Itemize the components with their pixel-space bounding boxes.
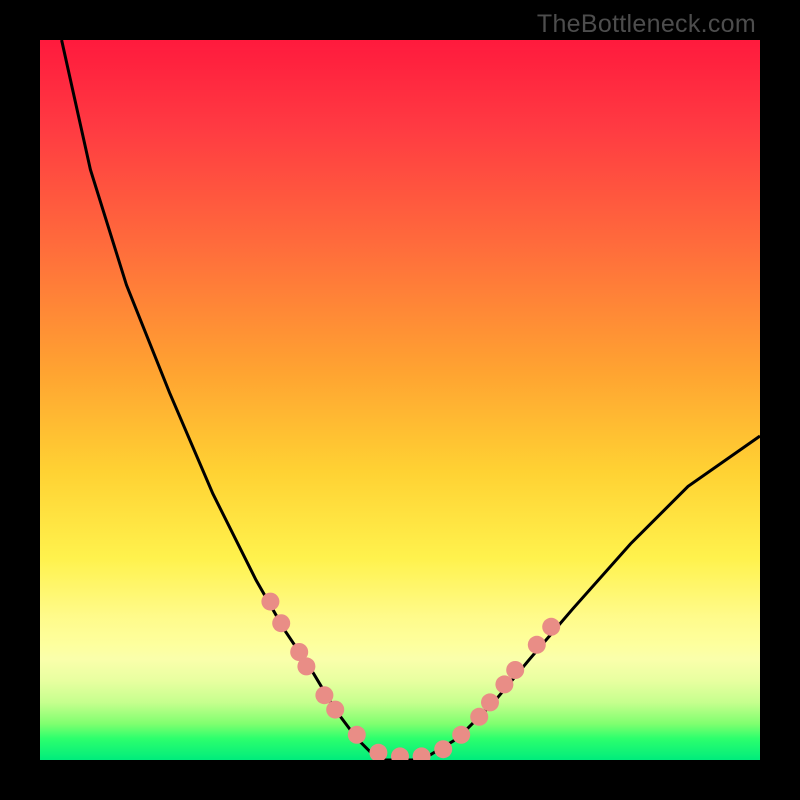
chart-svg [40, 40, 760, 760]
marker-dot [348, 726, 366, 744]
marker-dot [528, 636, 546, 654]
chart-plot-area [40, 40, 760, 760]
marker-dot [261, 593, 279, 611]
marker-dot [542, 618, 560, 636]
marker-dot [315, 686, 333, 704]
marker-dot [297, 657, 315, 675]
marker-group [261, 593, 560, 760]
watermark-text: TheBottleneck.com [537, 10, 756, 39]
marker-dot [452, 726, 470, 744]
marker-dot [434, 740, 452, 758]
marker-dot [369, 744, 387, 760]
bottleneck-curve-path [62, 40, 760, 760]
marker-dot [495, 675, 513, 693]
marker-dot [391, 747, 409, 760]
marker-dot [470, 708, 488, 726]
marker-dot [272, 614, 290, 632]
marker-dot [326, 701, 344, 719]
marker-dot [413, 747, 431, 760]
marker-dot [481, 693, 499, 711]
marker-dot [506, 661, 524, 679]
chart-frame: TheBottleneck.com [0, 0, 800, 800]
